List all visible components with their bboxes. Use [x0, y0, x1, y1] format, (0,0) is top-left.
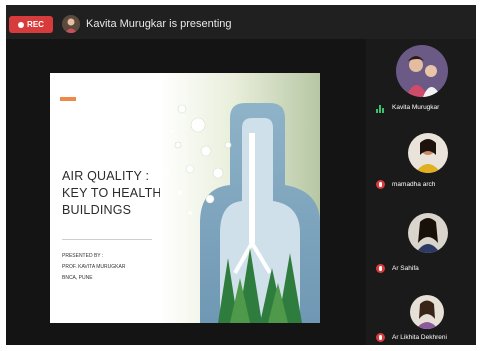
meeting-window: REC Kavita Murugkar is presenting AIR QU… [6, 5, 476, 345]
meeting-top-bar: REC Kavita Murugkar is presenting [6, 5, 476, 39]
mic-muted-icon [376, 333, 385, 342]
participant-name: Ar Likhita Dekhreni [392, 334, 447, 341]
slide-presenter-line: PRESENTED BY : [62, 253, 104, 259]
shared-screen-area[interactable]: AIR QUALITY : KEY TO HEALTHY BUILDINGS P… [6, 39, 366, 345]
slide-presenter-line: PROF. KAVITA MURUGKAR [62, 264, 126, 270]
participant-tile[interactable]: mamadha arch [366, 125, 476, 197]
participant-name: Kavita Murugkar [392, 104, 440, 111]
mic-muted-icon [376, 180, 385, 189]
participant-avatar [408, 133, 448, 173]
participant-tile[interactable]: Ar Sahifa [366, 199, 476, 279]
slide-presenter-info: PRESENTED BY : PROF. KAVITA MURUGKAR BNC… [62, 251, 125, 284]
slide-presenter-line: BNCA, PUNE [62, 275, 93, 281]
slide-accent-bar [60, 97, 76, 101]
participant-avatar [410, 295, 444, 329]
participant-name: Ar Sahifa [392, 265, 419, 272]
slide-divider [62, 239, 152, 240]
participant-tile[interactable]: Ar Likhita Dekhreni [366, 291, 476, 345]
participant-strip: Kavita Murugkar mamadha arch Ar Sahifa A… [366, 39, 476, 345]
participant-tile[interactable]: Kavita Murugkar [366, 39, 476, 119]
lungs-tree-illustration [160, 73, 320, 323]
participant-name: mamadha arch [392, 181, 436, 188]
presentation-slide: AIR QUALITY : KEY TO HEALTHY BUILDINGS P… [50, 73, 320, 323]
mic-active-icon [376, 104, 385, 113]
participant-avatar [408, 213, 448, 253]
participant-avatar [396, 45, 448, 97]
presenting-status: Kavita Murugkar is presenting [86, 18, 232, 30]
recording-label: REC [27, 20, 44, 29]
record-dot-icon [18, 21, 25, 28]
presenter-avatar [62, 15, 80, 33]
mic-muted-icon [376, 264, 385, 273]
recording-indicator[interactable]: REC [9, 16, 53, 33]
